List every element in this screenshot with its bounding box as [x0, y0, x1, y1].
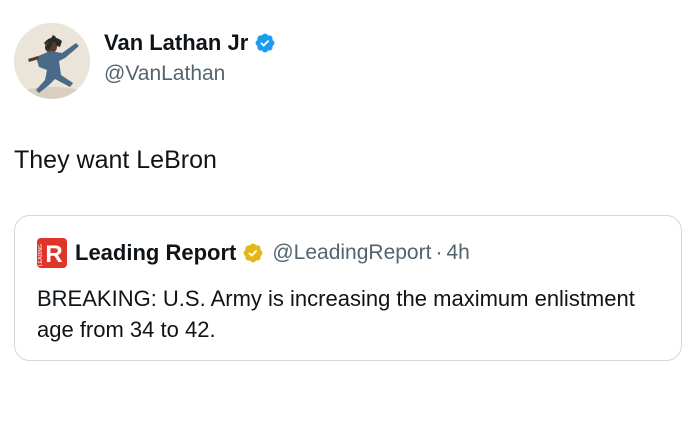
quoted-author-display-name[interactable]: Leading Report — [75, 240, 236, 266]
tweet-author: Van Lathan Jr @VanLathan — [104, 28, 276, 86]
tweet-text: They want LeBron — [14, 146, 217, 174]
quoted-tweet[interactable]: R LEADING Leading Report @LeadingReport … — [14, 215, 682, 361]
leading-report-logo-icon[interactable]: R LEADING — [37, 238, 67, 268]
quoted-meta-separator: · — [435, 241, 443, 264]
gold-verified-badge-icon — [242, 242, 264, 264]
quoted-author-handle[interactable]: @LeadingReport — [272, 241, 431, 265]
verified-badge-icon — [254, 32, 276, 54]
quoted-tweet-header: R LEADING Leading Report @LeadingReport … — [37, 238, 470, 268]
author-handle[interactable]: @VanLathan — [104, 62, 276, 86]
tweet: Van Lathan Jr @VanLathan They want LeBro… — [0, 0, 700, 422]
author-name-row: Van Lathan Jr — [104, 28, 276, 58]
quoted-tweet-timestamp[interactable]: 4h — [446, 241, 469, 265]
quote-logo-letter: R — [45, 241, 62, 268]
avatar[interactable] — [14, 23, 90, 99]
avatar-illustration-icon — [14, 23, 90, 99]
quoted-tweet-text: BREAKING: U.S. Army is increasing the ma… — [37, 286, 635, 342]
quote-logo-small-text: LEADING — [38, 244, 44, 266]
author-display-name[interactable]: Van Lathan Jr — [104, 30, 248, 56]
